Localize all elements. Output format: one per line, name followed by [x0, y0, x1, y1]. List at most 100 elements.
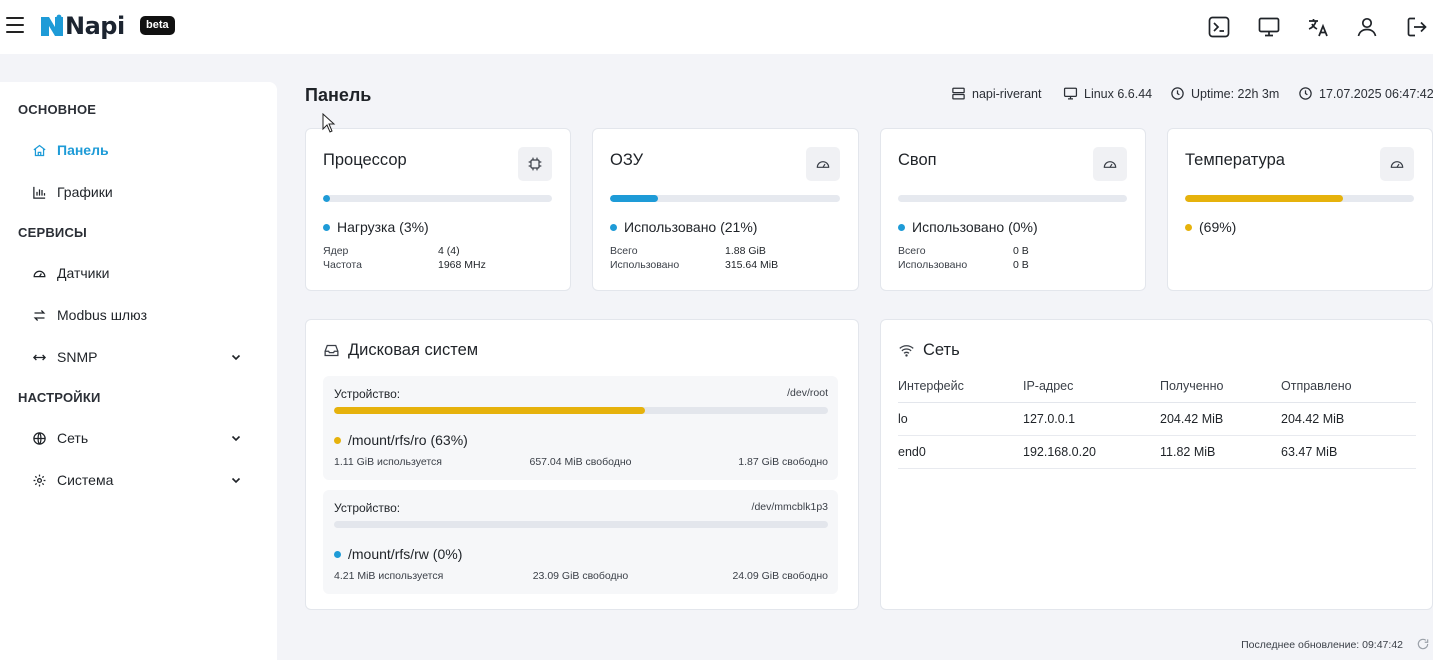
- device-label: Устройство:: [334, 501, 401, 515]
- disk-device-block: Устройство: /dev/root /mount/rfs/ro (63%…: [323, 376, 838, 480]
- kernel-version: Linux 6.6.44: [1084, 86, 1153, 101]
- kernel-info: Linux 6.6.44: [1063, 86, 1152, 101]
- bar-chart-icon: [30, 183, 48, 201]
- kv-key: Всего: [610, 245, 638, 257]
- mouse-cursor-icon: [322, 113, 336, 133]
- disk-usage-bar: [334, 407, 828, 414]
- kv-value: 1.88 GiB: [725, 245, 766, 257]
- sidebar: ОСНОВНОЕ Панель Графики СЕРВИСЫ Датчики …: [0, 82, 277, 660]
- refresh-icon[interactable]: [1416, 637, 1430, 651]
- beta-badge: beta: [140, 16, 175, 35]
- clock-icon: [1171, 87, 1184, 100]
- home-icon: [30, 141, 48, 159]
- inbox-icon: [324, 344, 339, 357]
- sidebar-item-sensors[interactable]: Датчики: [30, 258, 250, 288]
- chevron-down-icon[interactable]: [230, 474, 242, 486]
- sidebar-item-charts[interactable]: Графики: [30, 177, 250, 207]
- gauge-icon: [816, 161, 830, 168]
- temperature-card: Температура (69%): [1167, 128, 1433, 291]
- logout-icon[interactable]: [1405, 15, 1429, 39]
- brand-name: Napi: [65, 12, 125, 40]
- cpu-card: Процессор Нагрузка (3%) Ядер 4 (4) Частот…: [305, 128, 571, 291]
- temperature-bar-fill: [1185, 195, 1343, 202]
- disk-title: Дисковая систем: [348, 341, 479, 359]
- kv-value: 0 B: [1013, 259, 1029, 271]
- swap-card: Своп Использовано (0%) Всего 0 B Использо…: [880, 128, 1146, 291]
- card-title: Температура: [1185, 151, 1285, 169]
- datetime-info: 17.07.2025 06:47:42: [1298, 86, 1433, 101]
- chevron-down-icon[interactable]: [230, 351, 242, 363]
- gauge-icon: [1103, 161, 1117, 168]
- kv-key: Всего: [898, 245, 926, 257]
- sidebar-item-panel[interactable]: Панель: [30, 135, 250, 165]
- cpu-card-button[interactable]: [518, 147, 552, 181]
- ram-usage-bar-fill: [610, 195, 659, 202]
- sidebar-item-label: Сеть: [57, 430, 89, 446]
- card-title: Процессор: [323, 151, 407, 169]
- page-title: Панель: [305, 85, 372, 105]
- sidebar-item-label: Графики: [57, 184, 113, 200]
- ram-legend: Использовано (21%): [610, 219, 757, 235]
- swap-card-button[interactable]: [1093, 147, 1127, 181]
- column-header: Интерфейс: [898, 370, 1023, 403]
- ram-usage-bar: [610, 195, 840, 202]
- sidebar-item-snmp[interactable]: SNMP: [30, 342, 250, 372]
- temperature-legend: (69%): [1185, 219, 1236, 235]
- cpu-load-bar-fill: [323, 195, 330, 202]
- napi-logo-icon: [41, 14, 63, 36]
- swap-usage-bar: [898, 195, 1127, 202]
- clock-icon: [1299, 87, 1312, 100]
- legend-dot: [334, 436, 341, 444]
- swap-icon: [30, 306, 48, 324]
- table-cell: lo: [898, 402, 1023, 436]
- section-title-settings: НАСТРОЙКИ: [18, 390, 101, 405]
- sidebar-item-modbus[interactable]: Modbus шлюз: [30, 300, 250, 330]
- sidebar-item-label: Система: [57, 472, 114, 488]
- gear-icon: [30, 471, 48, 489]
- kv-key: Использовано: [898, 259, 968, 271]
- sidebar-item-label: Датчики: [57, 265, 110, 281]
- temperature-card-button[interactable]: [1380, 147, 1414, 181]
- table-cell: 204.42 MiB: [1281, 402, 1416, 436]
- mount-point: /mount/rfs/rw (0%): [348, 546, 463, 562]
- globe-icon: [30, 429, 48, 447]
- logo[interactable]: Napi: [40, 12, 125, 40]
- table-cell: end0: [898, 435, 1023, 469]
- table-cell: 11.82 MiB: [1160, 435, 1281, 469]
- disk-usage-bar: [334, 521, 828, 528]
- section-title-main: ОСНОВНОЕ: [18, 102, 97, 117]
- arrows-horizontal-icon: [30, 348, 48, 366]
- table-cell: 204.42 MiB: [1160, 402, 1281, 436]
- translate-icon[interactable]: [1306, 15, 1330, 39]
- monitor-icon[interactable]: [1257, 15, 1281, 39]
- network-card: Сеть Интерфейс IP-адрес Полученно Отправ…: [880, 319, 1433, 610]
- sidebar-item-label: Modbus шлюз: [57, 307, 148, 323]
- gauge-icon: [30, 264, 48, 282]
- kv-key: Ядер: [323, 245, 349, 257]
- temperature-legend-text: (69%): [1199, 219, 1237, 235]
- sidebar-item-system[interactable]: Система: [30, 465, 250, 495]
- legend-dot: [323, 223, 330, 231]
- uptime-info: Uptime: 22h 3m: [1170, 86, 1279, 101]
- section-title-services: СЕРВИСЫ: [18, 225, 87, 240]
- menu-icon[interactable]: [6, 17, 24, 35]
- terminal-icon[interactable]: [1207, 15, 1231, 39]
- device-path: /dev/mmcblk1p3: [751, 501, 828, 513]
- ram-card-button[interactable]: [806, 147, 840, 181]
- cpu-legend-text: Нагрузка (3%): [337, 219, 429, 235]
- hostname: napi-riverant: [972, 86, 1042, 101]
- user-icon[interactable]: [1355, 15, 1379, 39]
- table-header-row: Интерфейс IP-адрес Полученно Отправлено: [898, 370, 1416, 403]
- disk-device-block: Устройство: /dev/mmcblk1p3 /mount/rfs/rw…: [323, 490, 838, 594]
- network-table: Интерфейс IP-адрес Полученно Отправлено …: [898, 370, 1416, 469]
- legend-dot: [334, 550, 341, 558]
- disk-usage-bar-fill: [334, 407, 646, 414]
- device-path: /dev/root: [787, 387, 828, 399]
- disk-card: Дисковая систем Устройство: /dev/root /m…: [305, 319, 859, 610]
- sidebar-item-network[interactable]: Сеть: [30, 423, 250, 453]
- sidebar-item-label: SNMP: [57, 349, 98, 365]
- top-bar: Napi beta: [0, 0, 1433, 54]
- legend-dot: [1185, 223, 1192, 231]
- chevron-down-icon[interactable]: [230, 432, 242, 444]
- last-update: Последнее обновление: 09:47:42: [1241, 639, 1403, 651]
